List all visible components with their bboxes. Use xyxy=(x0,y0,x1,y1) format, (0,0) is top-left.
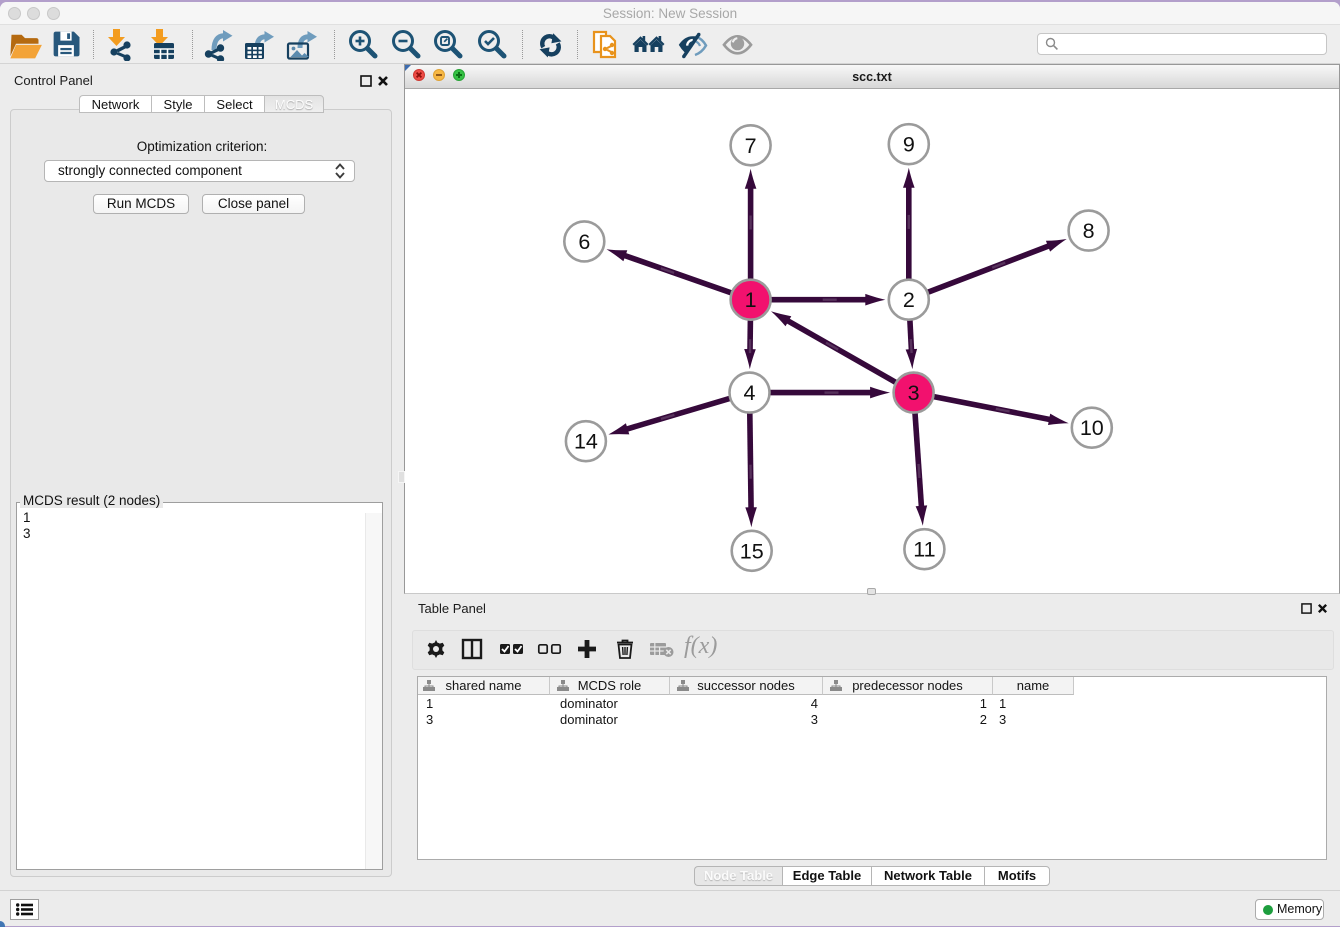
svg-text:9: 9 xyxy=(903,133,915,157)
svg-text:14: 14 xyxy=(574,430,598,454)
svg-text:3: 3 xyxy=(908,381,920,405)
svg-text:11: 11 xyxy=(913,538,935,562)
svg-text:10: 10 xyxy=(1080,416,1104,440)
svg-text:8: 8 xyxy=(1083,219,1095,243)
svg-text:2: 2 xyxy=(903,288,915,312)
svg-text:7: 7 xyxy=(745,134,757,158)
svg-text:1: 1 xyxy=(745,288,757,312)
svg-text:4: 4 xyxy=(744,381,756,405)
svg-text:15: 15 xyxy=(740,539,764,563)
svg-text:6: 6 xyxy=(578,230,590,254)
